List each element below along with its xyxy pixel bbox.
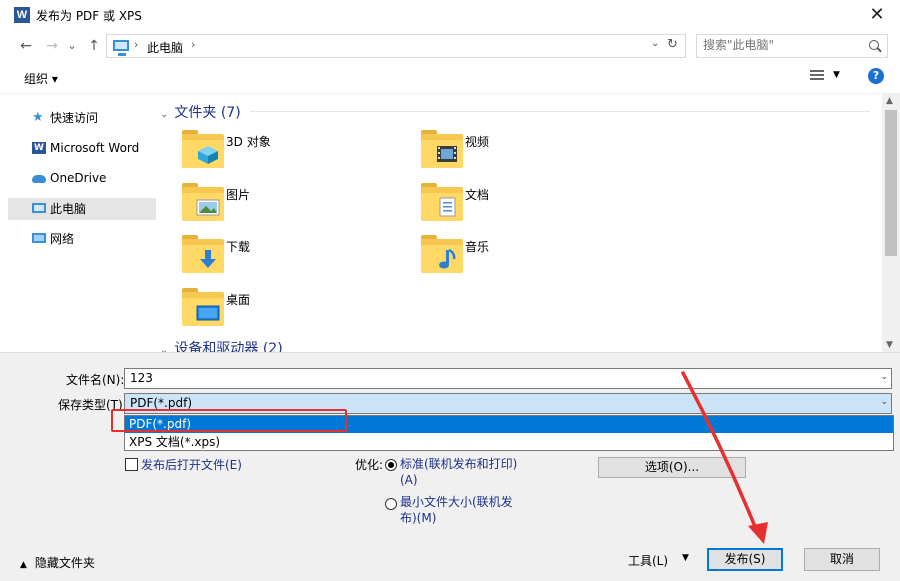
refresh-button[interactable]: ↻ <box>667 37 678 52</box>
sidebar-item-label: Microsoft Word <box>50 141 140 155</box>
address-dropdown-button[interactable]: ⌄ <box>651 38 659 49</box>
desktop-folder-icon <box>196 305 220 321</box>
folder-videos[interactable] <box>421 130 465 170</box>
cancel-button[interactable]: 取消 <box>804 548 880 571</box>
chevron-down-icon[interactable]: ⌄ <box>880 397 888 407</box>
sidebar-item-label: 快速访问 <box>50 111 99 125</box>
chevron-down-icon[interactable]: ⌄ <box>880 372 888 382</box>
back-button[interactable]: ← <box>16 36 36 56</box>
scroll-thumb[interactable] <box>885 110 897 256</box>
hide-folders-button[interactable]: ▲ 隐藏文件夹 <box>20 554 95 571</box>
highlight-annotation-box <box>111 409 347 432</box>
folder-3d-objects[interactable] <box>182 130 226 170</box>
toolbar: 组织 ▾ ▼ ? <box>0 62 900 94</box>
up-button[interactable]: ↑ <box>84 36 104 56</box>
address-bar[interactable]: › 此电脑 › ⌄ ↻ <box>106 34 686 58</box>
save-type-option-xps[interactable]: XPS 文档(*.xps) <box>125 434 893 451</box>
window-title: 发布为 PDF 或 XPS <box>36 9 142 23</box>
open-after-publish-checkbox[interactable] <box>125 458 138 471</box>
cloud-icon <box>32 175 46 183</box>
view-dropdown-button[interactable]: ▼ <box>833 70 840 80</box>
tools-menu-button[interactable]: 工具(L) ▼ <box>628 552 689 569</box>
sidebar-item-quick-access[interactable]: ★ 快速访问 <box>8 107 156 129</box>
search-input[interactable] <box>703 38 863 52</box>
3d-objects-folder-icon <box>198 146 218 164</box>
folder-label[interactable]: 桌面 <box>226 291 250 308</box>
scroll-down-button[interactable]: ▼ <box>886 340 893 350</box>
computer-icon <box>32 203 46 213</box>
optimize-minimum-radio[interactable] <box>385 498 397 510</box>
search-icon[interactable] <box>869 40 879 50</box>
sidebar-item-label: 网络 <box>50 232 75 246</box>
filename-input[interactable]: 123 ⌄ <box>124 368 892 389</box>
sidebar-item-label: OneDrive <box>50 171 107 185</box>
sidebar-item-label: 此电脑 <box>50 202 87 216</box>
chevron-down-icon: ▼ <box>682 553 689 563</box>
folder-pictures[interactable] <box>182 183 226 223</box>
music-folder-icon <box>439 249 456 269</box>
publish-button[interactable]: 发布(S) <box>707 548 783 571</box>
sidebar-item-onedrive[interactable]: OneDrive <box>8 167 156 189</box>
optimize-minimum-label[interactable]: 最小文件大小(联机发布)(M) <box>400 494 524 526</box>
navigation-pane: ★ 快速访问 W Microsoft Word OneDrive 此电脑 网络 <box>0 94 160 352</box>
folder-label[interactable]: 图片 <box>226 186 250 203</box>
folder-documents[interactable] <box>421 183 465 223</box>
vertical-scrollbar[interactable]: ▲ ▼ <box>882 94 900 352</box>
view-options-icon[interactable] <box>810 70 824 84</box>
folder-label[interactable]: 音乐 <box>465 238 489 255</box>
filename-value[interactable]: 123 <box>130 371 153 385</box>
help-icon[interactable]: ? <box>868 68 884 84</box>
navigation-bar: ← → ⌄ ↑ › 此电脑 › ⌄ ↻ <box>0 30 900 62</box>
open-after-publish-label[interactable]: 发布后打开文件(E) <box>141 456 242 473</box>
optimize-label: 优化: <box>355 458 384 472</box>
optimize-standard-label[interactable]: 标准(联机发布和打印)(A) <box>400 456 524 488</box>
options-button[interactable]: 选项(O)... <box>598 457 746 478</box>
downloads-folder-icon <box>200 250 216 268</box>
breadcrumb-this-pc[interactable]: 此电脑 <box>147 39 183 56</box>
folder-music[interactable] <box>421 235 465 275</box>
recent-locations-button[interactable]: ⌄ <box>62 36 82 56</box>
word-app-icon: W <box>14 7 30 23</box>
chevron-up-icon: ▲ <box>20 560 27 570</box>
filename-label: 文件名(N): <box>66 373 125 387</box>
star-icon: ★ <box>32 110 44 125</box>
folder-label[interactable]: 视频 <box>465 133 489 150</box>
search-box[interactable] <box>696 34 888 58</box>
save-type-value: PDF(*.pdf) <box>130 396 193 410</box>
folder-downloads[interactable] <box>182 235 226 275</box>
breadcrumb-separator[interactable]: › <box>191 38 195 51</box>
sidebar-item-microsoft-word[interactable]: W Microsoft Word <box>8 137 156 159</box>
folders-group-header[interactable]: ⌄ 文件夹 (7) <box>160 102 870 122</box>
organize-menu-button[interactable]: 组织 ▾ <box>24 70 58 87</box>
breadcrumb-separator[interactable]: › <box>134 38 138 51</box>
title-bar: W 发布为 PDF 或 XPS ✕ <box>0 0 900 30</box>
sidebar-item-this-pc[interactable]: 此电脑 <box>8 198 156 220</box>
documents-folder-icon <box>439 197 456 217</box>
file-list: ⌄ 文件夹 (7) 3D 对象 视频 图片 文档 下载 音乐 桌面 ⌄ 设备和驱动 <box>160 94 882 357</box>
sidebar-item-network[interactable]: 网络 <box>8 228 156 250</box>
forward-button[interactable]: → <box>42 36 62 56</box>
folder-label[interactable]: 下载 <box>226 238 250 255</box>
pictures-folder-icon <box>196 199 220 216</box>
computer-icon <box>113 40 129 56</box>
optimize-standard-radio[interactable] <box>385 459 397 471</box>
network-icon <box>32 233 46 243</box>
folder-label[interactable]: 3D 对象 <box>226 133 271 150</box>
folder-label[interactable]: 文档 <box>465 186 489 203</box>
videos-folder-icon <box>437 146 457 162</box>
word-icon: W <box>32 142 46 154</box>
scroll-up-button[interactable]: ▲ <box>886 96 893 106</box>
save-options-panel: 文件名(N): 123 ⌄ 保存类型(T): PDF(*.pdf) ⌄ PDF(… <box>0 352 900 581</box>
close-button[interactable]: ✕ <box>862 2 892 28</box>
folder-desktop[interactable] <box>182 288 226 328</box>
chevron-down-icon[interactable]: ⌄ <box>160 109 168 120</box>
